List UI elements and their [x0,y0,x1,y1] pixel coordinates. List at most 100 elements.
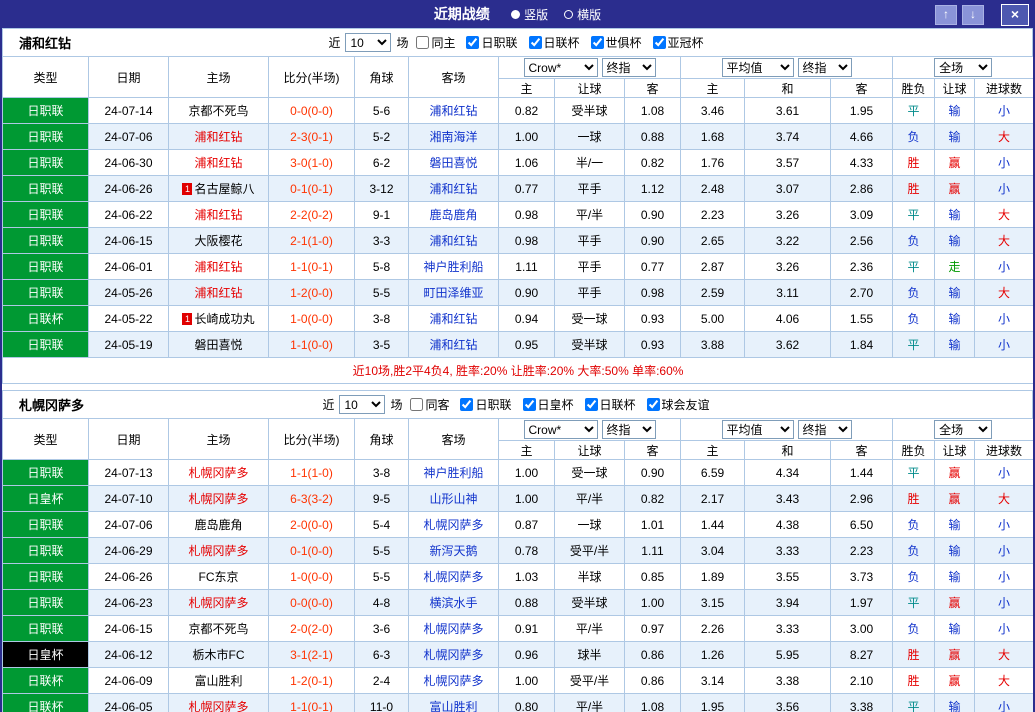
away-team-name[interactable]: 湘南海洋 [429,130,477,144]
scope-select[interactable]: 全场 [934,58,993,77]
euro-odds-cell: 3.74 [744,123,832,150]
scope-select[interactable]: 全场 [934,420,993,439]
average-odds-select[interactable]: 平均值 [721,420,794,439]
close-icon[interactable]: × [1001,4,1029,26]
league-checkbox[interactable]: 球会友谊 [646,396,710,413]
away-team-name[interactable]: 浦和红钻 [429,104,477,118]
away-team-name[interactable]: 浦和红钻 [429,182,477,196]
league-checkbox[interactable]: 日联杯 [584,396,636,413]
same-venue-checkbox[interactable]: 同客 [410,396,449,413]
away-team-name[interactable]: 神户胜利船 [423,260,483,274]
checkbox[interactable] [416,36,430,49]
result-cell: 负 [892,123,936,150]
checkbox[interactable] [460,398,474,411]
checkbox[interactable] [528,36,542,49]
checkbox[interactable] [590,36,604,49]
away-team-name[interactable]: 札幌冈萨多 [423,570,483,584]
bookmaker-select[interactable]: Crow* [523,420,598,439]
league-checkbox[interactable]: 亚冠杯 [652,34,704,51]
home-team-name[interactable]: 大阪樱花 [194,234,242,248]
home-team-name[interactable]: 浦和红钻 [194,130,242,144]
home-team-name[interactable]: 札幌冈萨多 [188,596,248,610]
league-type-cell: 日皇杯 [2,485,89,512]
checkbox[interactable] [584,398,598,411]
home-team-name[interactable]: 浦和红钻 [194,156,242,170]
bookmaker-select[interactable]: Crow* [523,58,598,77]
scroll-down-button[interactable]: ↓ [962,5,984,25]
red-rank-icon: 1 [182,183,193,195]
away-team-name[interactable]: 札幌冈萨多 [423,622,483,636]
away-team-name[interactable]: 浦和红钻 [429,234,477,248]
match-row: 日职联 24-05-19 磐田喜悦 1-1(0-0) 3-5 浦和红钻 0.95 受半球 0.9… [2,331,1033,358]
match-count-select[interactable]: 10 [345,33,392,52]
league-checkbox[interactable]: 日联杯 [528,34,580,51]
home-team-name[interactable]: 浦和红钻 [194,286,242,300]
home-team-name[interactable]: 浦和红钻 [194,208,242,222]
league-checkbox[interactable]: 日皇杯 [522,396,574,413]
result-cell: 输 [934,201,976,228]
home-team-name[interactable]: 名古屋鲸八 [194,182,254,196]
checkbox[interactable] [652,36,666,49]
league-checkbox[interactable]: 世俱杯 [590,34,642,51]
layout-radio[interactable]: 竖版 [511,6,548,23]
home-team-name[interactable]: 京都不死鸟 [188,622,248,636]
league-type-cell: 日职联 [2,227,89,254]
final-odds-select[interactable]: 终指 [601,420,656,439]
away-team-name[interactable]: 新泻天鹅 [429,544,477,558]
home-team-name[interactable]: 札幌冈萨多 [188,492,248,506]
asian-odds-cell: 受半球 [554,331,625,358]
filters-bar: 近 10 场 同主 日职联 日联杯 世俱杯 亚冠杯 [3,33,1032,52]
home-team-name[interactable]: 浦和红钻 [194,260,242,274]
final-odds-select-2[interactable]: 终指 [797,58,852,77]
final-odds-select[interactable]: 终指 [601,58,656,77]
away-team-name[interactable]: 浦和红钻 [429,312,477,326]
away-team-name[interactable]: 札幌冈萨多 [423,674,483,688]
final-odds-select-2[interactable]: 终指 [797,420,852,439]
home-team-name[interactable]: 富山胜利 [194,674,242,688]
euro-odds-cell: 2.86 [830,175,894,202]
home-team-name[interactable]: 鹿岛鹿角 [194,518,242,532]
away-team-name[interactable]: 札幌冈萨多 [423,518,483,532]
asian-odds-cell: 0.88 [498,589,555,616]
match-count-select[interactable]: 10 [339,395,386,414]
home-team-name[interactable]: FC东京 [199,570,239,584]
same-venue-checkbox[interactable]: 同主 [416,34,455,51]
match-date-cell: 24-05-26 [88,279,169,306]
away-team-name[interactable]: 神户胜利船 [423,466,483,480]
asian-odds-cell: 0.90 [623,459,682,486]
checkbox[interactable] [466,36,480,49]
team-name: 浦和红钻 [19,36,72,51]
away-team-name[interactable]: 横滨水手 [429,596,477,610]
result-cell: 负 [892,537,936,564]
home-team-name[interactable]: 札幌冈萨多 [188,700,248,712]
match-date-cell: 24-06-26 [88,563,169,590]
away-team-name[interactable]: 鹿岛鹿角 [429,208,477,222]
away-team-name[interactable]: 磐田喜悦 [429,156,477,170]
away-team-name[interactable]: 町田泽维亚 [423,286,483,300]
home-team-name[interactable]: 札幌冈萨多 [188,544,248,558]
home-team-name[interactable]: 京都不死鸟 [188,104,248,118]
sub-col-handicap: 让球 [554,440,625,460]
home-team-name[interactable]: 长崎成功丸 [194,312,254,326]
home-team-name[interactable]: 磐田喜悦 [194,338,242,352]
away-team-name[interactable]: 札幌冈萨多 [423,648,483,662]
league-checkbox[interactable]: 日职联 [460,396,512,413]
checkbox[interactable] [646,398,660,411]
corner-cell: 9-1 [354,201,409,228]
away-team-name[interactable]: 山形山神 [429,492,477,506]
result-cell: 输 [934,537,976,564]
away-team-name[interactable]: 浦和红钻 [429,338,477,352]
euro-odds-cell: 4.38 [744,511,832,538]
home-team-name[interactable]: 札幌冈萨多 [188,466,248,480]
away-team-cell: 札幌冈萨多 [408,641,499,668]
home-team-name[interactable]: 栃木市FC [193,648,245,662]
away-team-name[interactable]: 富山胜利 [429,700,477,712]
checkbox[interactable] [410,398,424,411]
scroll-up-button[interactable]: ↑ [935,5,957,25]
result-cell: 小 [974,97,1033,124]
checkbox[interactable] [522,398,536,411]
score-cell: 1-2(0-0) [268,279,355,306]
layout-radio[interactable]: 横版 [564,6,601,23]
league-checkbox[interactable]: 日职联 [466,34,518,51]
average-odds-select[interactable]: 平均值 [721,58,794,77]
